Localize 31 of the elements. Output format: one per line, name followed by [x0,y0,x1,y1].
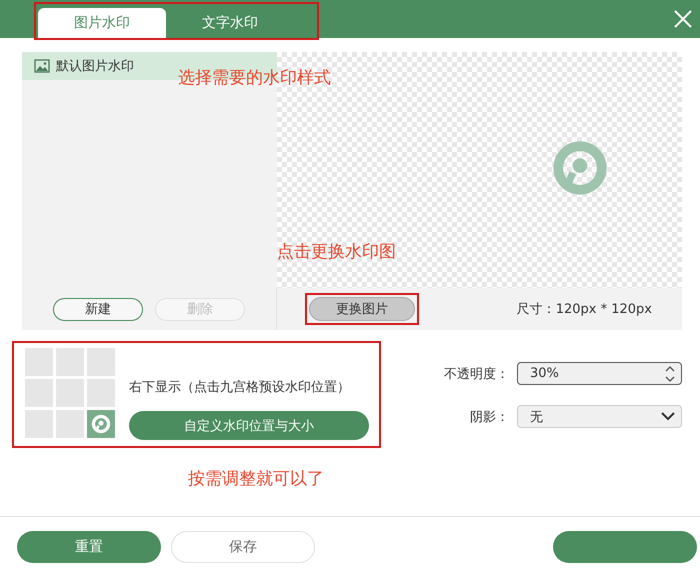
annotation-text: 按需调整就可以了 [188,468,324,490]
annotation-text: 点击更换水印图 [277,241,396,263]
footer-button[interactable]: 保存 [171,531,315,563]
grid-cell[interactable] [25,379,53,407]
grid-cell[interactable] [87,379,115,407]
grid-cell[interactable] [56,410,84,438]
shadow-dropdown[interactable]: 无 [517,405,682,428]
grid-cell[interactable] [87,348,115,376]
chevron-down-icon [661,412,675,421]
grid-cell[interactable] [87,410,115,438]
watermark-logo-icon [550,139,608,197]
grid-cell[interactable] [25,410,53,438]
tab[interactable]: 图片水印 [38,8,166,38]
grid-cell[interactable] [56,348,84,376]
size-text: 尺寸：120px * 120px [516,301,652,318]
change-image-button[interactable]: 更换图片 [309,297,415,321]
opacity-spinner[interactable]: 30% [517,362,682,385]
custom-position-button[interactable]: 自定义水印位置与大小 [129,411,369,440]
grid-cell[interactable] [25,348,53,376]
opacity-label: 不透明度： [444,366,509,382]
footer-button[interactable] [553,531,697,563]
grid-cell[interactable] [56,379,84,407]
close-icon[interactable] [674,10,692,28]
logo-icon [91,414,111,434]
pill-button[interactable]: 新建 [53,298,143,320]
tab[interactable]: 文字水印 [166,8,294,38]
shadow-label: 阴影： [469,408,509,426]
spinner-icon [665,364,675,382]
position-caption: 右下显示（点击九宫格预设水印位置） [129,379,351,396]
image-icon [34,59,50,73]
footer-button[interactable]: 重置 [17,531,161,563]
